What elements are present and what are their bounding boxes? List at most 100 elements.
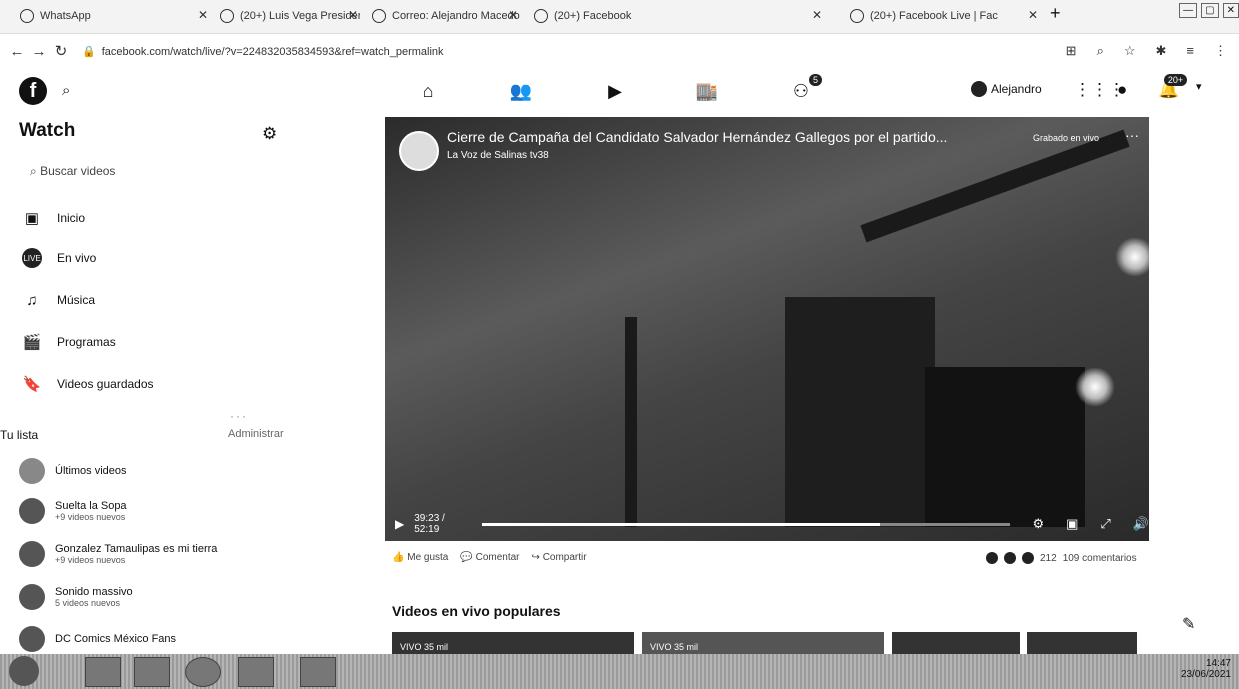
sidebar-item-guardados[interactable]: 🔖 Videos guardados — [22, 374, 154, 394]
reactions-summary[interactable]: 212 109 comentarios — [986, 552, 1137, 564]
list-item[interactable]: Últimos videos — [19, 458, 127, 484]
post-actions: 👍 Me gusta 💬 Comentar ↪ Compartir — [392, 552, 587, 563]
whatsapp-icon — [20, 9, 34, 23]
list-heading: Tu lista — [0, 428, 39, 442]
video-controls: ▶ 39:23 / 52:19 ⚙ ▣ ⤢ 🔊 — [385, 507, 1149, 541]
sidebar-item-inicio[interactable]: ▣ Inicio — [22, 208, 85, 228]
video-player[interactable]: Cierre de Campaña del Candidato Salvador… — [385, 117, 1149, 541]
messenger-icon[interactable]: ● — [1117, 80, 1127, 100]
sidebar-item-en-vivo[interactable]: LIVE En vivo — [22, 248, 96, 268]
tab-whatsapp[interactable]: WhatsApp ✕ — [20, 5, 210, 27]
minimize-button[interactable]: — — [1179, 3, 1198, 18]
tab-luis-vega[interactable]: (20+) Luis Vega Presidente - ( ✕ — [220, 5, 360, 27]
star-icon[interactable]: ☆ — [1124, 43, 1136, 59]
reload-icon[interactable]: ↻ — [50, 42, 72, 60]
new-message-icon[interactable]: ✎ — [1182, 614, 1195, 634]
video-time: 39:23 / 52:19 — [414, 513, 445, 535]
profile-chip[interactable]: Alejandro — [971, 81, 1042, 97]
comment-button[interactable]: 💬 Comentar — [460, 552, 519, 563]
progress-bar[interactable] — [482, 522, 1011, 526]
channel-logo[interactable] — [399, 131, 439, 171]
tab-facebook[interactable]: (20+) Facebook ✕ — [534, 5, 824, 27]
zoom-icon[interactable]: ⌕ — [1097, 43, 1104, 59]
menu-icon[interactable]: ⋮ — [1214, 43, 1227, 59]
os-taskbar: 14:47 23/06/2021 — [0, 654, 1239, 689]
notifications-icon[interactable]: 🔔 20+ — [1158, 74, 1188, 100]
list-item[interactable]: DC Comics México Fans — [19, 626, 176, 652]
back-icon[interactable]: ← — [6, 43, 28, 60]
account-chevron-icon[interactable]: ▾ — [1196, 80, 1202, 93]
reading-list-icon[interactable]: ≡ — [1186, 43, 1194, 59]
close-icon[interactable]: ✕ — [348, 8, 358, 22]
avatar — [971, 81, 987, 97]
close-icon[interactable]: ✕ — [508, 8, 518, 22]
facebook-icon — [534, 9, 548, 23]
list-item[interactable]: Suelta la Sopa +9 videos nuevos — [19, 498, 127, 524]
search-icon[interactable]: ⌕ — [62, 82, 70, 99]
avatar — [19, 626, 45, 652]
extensions-icon[interactable]: ✱ — [1156, 43, 1167, 59]
clock-time: 14:47 — [1205, 658, 1231, 669]
tab-facebook-live[interactable]: (20+) Facebook Live | Fac ✕ — [850, 5, 1040, 27]
taskbar-excel[interactable] — [300, 657, 336, 687]
avatar — [19, 458, 45, 484]
forward-icon[interactable]: → — [28, 43, 50, 60]
taskbar-chrome[interactable] — [185, 657, 221, 687]
taskbar-word[interactable] — [238, 657, 274, 687]
wow-reaction-icon — [1022, 552, 1034, 564]
marketplace-icon[interactable]: 🏬 — [694, 80, 720, 102]
new-tab-button[interactable]: + — [1050, 3, 1061, 24]
sidebar-item-programas[interactable]: 🎬 Programas — [22, 332, 116, 352]
friends-icon[interactable]: 👥 — [508, 80, 534, 102]
sidebar-item-musica[interactable]: ♫ Música — [22, 290, 95, 310]
start-button[interactable] — [9, 656, 39, 686]
divider: ··· — [230, 409, 248, 423]
settings-icon[interactable]: ⚙ — [1032, 516, 1044, 532]
home-icon[interactable]: ⌂ — [415, 80, 441, 102]
list-item[interactable]: Sonido massivo 5 videos nuevos — [19, 584, 133, 610]
facebook-icon — [850, 9, 864, 23]
maximize-button[interactable]: ▢ — [1201, 3, 1219, 18]
section-title: Videos en vivo populares — [392, 603, 561, 619]
stage-truss — [925, 367, 1085, 527]
browser-tools: ⊞ ⌕ ☆ ✱ ≡ ⋮ — [1066, 43, 1227, 59]
like-button[interactable]: 👍 Me gusta — [392, 552, 448, 563]
stage-light — [1075, 367, 1115, 407]
recorded-live-label: Grabado en vivo — [1033, 133, 1100, 143]
volume-icon[interactable]: 🔊 — [1133, 516, 1149, 532]
translate-icon[interactable]: ⊞ — [1066, 43, 1077, 59]
taskbar-explorer[interactable] — [85, 657, 121, 687]
list-item[interactable]: Gonzalez Tamaulipas es mi tierra +9 video… — [19, 541, 217, 567]
system-tray[interactable]: 14:47 23/06/2021 — [1181, 658, 1231, 680]
close-icon[interactable]: ✕ — [198, 8, 208, 22]
video-channel[interactable]: La Voz de Salinas tv38 — [447, 150, 549, 161]
facebook-header: f ⌕ ⌂ 👥 ▶ 🏬 ⚇ 5 Alejandro ⋮⋮⋮ ● 🔔 20+ ▾ — [0, 68, 1239, 114]
tab-correo[interactable]: Correo: Alejandro Macedo - C ✕ — [372, 5, 520, 27]
facebook-logo[interactable]: f — [19, 77, 47, 105]
music-icon: ♫ — [26, 291, 38, 309]
close-icon[interactable]: ✕ — [812, 8, 822, 22]
comments-count[interactable]: 109 comentarios — [1063, 553, 1137, 564]
mail-icon — [372, 9, 386, 23]
gear-icon[interactable]: ⚙ — [262, 124, 277, 144]
play-icon[interactable]: ▶ — [395, 517, 404, 531]
video-title[interactable]: Cierre de Campaña del Candidato Salvador… — [447, 129, 947, 145]
taskbar-app[interactable] — [134, 657, 170, 687]
like-reaction-icon — [986, 552, 998, 564]
pip-icon[interactable]: ▣ — [1066, 516, 1078, 532]
more-icon[interactable]: ··· — [1125, 127, 1139, 143]
window-close-button[interactable]: ✕ — [1222, 3, 1239, 18]
stage-truss — [625, 317, 637, 527]
manage-link[interactable]: Administrar — [228, 428, 284, 440]
live-icon: LIVE — [22, 248, 42, 268]
search-input[interactable]: ⌕ Buscar videos — [30, 164, 115, 179]
url-field[interactable]: 🔒 facebook.com/watch/live/?v=224832035834… — [82, 45, 444, 58]
avatar — [19, 498, 45, 524]
watch-icon[interactable]: ▶ — [602, 80, 628, 102]
fullscreen-icon[interactable]: ⤢ — [1100, 516, 1110, 532]
groups-icon[interactable]: ⚇ 5 — [788, 74, 822, 102]
bookmark-icon: 🔖 — [22, 376, 42, 393]
browser-tab-bar: WhatsApp ✕ (20+) Luis Vega Presidente - … — [0, 0, 1239, 34]
share-button[interactable]: ↪ Compartir — [532, 552, 587, 563]
close-icon[interactable]: ✕ — [1028, 8, 1038, 22]
